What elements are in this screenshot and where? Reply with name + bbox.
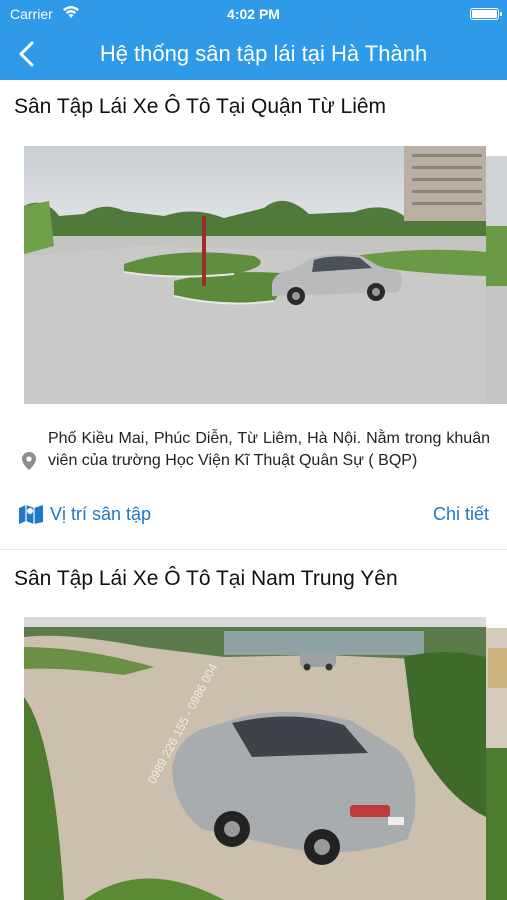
map-icon [19,505,43,524]
photo-illustration [24,146,486,404]
card-title: Sân Tập Lái Xe Ô Tô Tại Nam Trung Yên [14,567,398,590]
next-photo-peek[interactable] [486,628,507,900]
detail-link[interactable]: Chi tiết [433,504,489,525]
nav-bar: Hệ thống sân tập lái tại Hà Thành [0,28,507,80]
address-text: Phố Kiều Mai, Phúc Diễn, Từ Liêm, Hà Nội… [48,430,490,469]
photo-illustration: 0989 226 155 - 0986 004 [24,617,486,900]
yard-card[interactable]: Sân Tập Lái Xe Ô Tô Tại Nam Trung Yên 09… [0,550,507,900]
location-pin-icon [22,452,36,470]
yard-photo[interactable] [24,146,486,404]
chevron-left-icon [19,41,34,67]
status-bar: Carrier 4:02 PM [0,0,507,28]
next-photo-peek[interactable] [486,156,507,404]
status-time: 4:02 PM [227,6,280,22]
yard-card[interactable]: Sân Tập Lái Xe Ô Tô Tại Quận Từ Liêm Phố… [0,80,507,550]
back-button[interactable] [10,36,46,72]
page-title: Hệ thống sân tập lái tại Hà Thành [99,41,428,66]
battery-icon [470,8,502,20]
card-title: Sân Tập Lái Xe Ô Tô Tại Quận Từ Liêm [14,95,387,118]
yard-photo[interactable]: 0989 226 155 - 0986 004 [24,617,486,900]
address-row: Phố Kiều Mai, Phúc Diễn, Từ Liêm, Hà Nội… [0,428,507,498]
map-location-link[interactable]: Vị trí sân tập [18,503,151,525]
map-link-label: Vị trí sân tập [50,503,152,524]
